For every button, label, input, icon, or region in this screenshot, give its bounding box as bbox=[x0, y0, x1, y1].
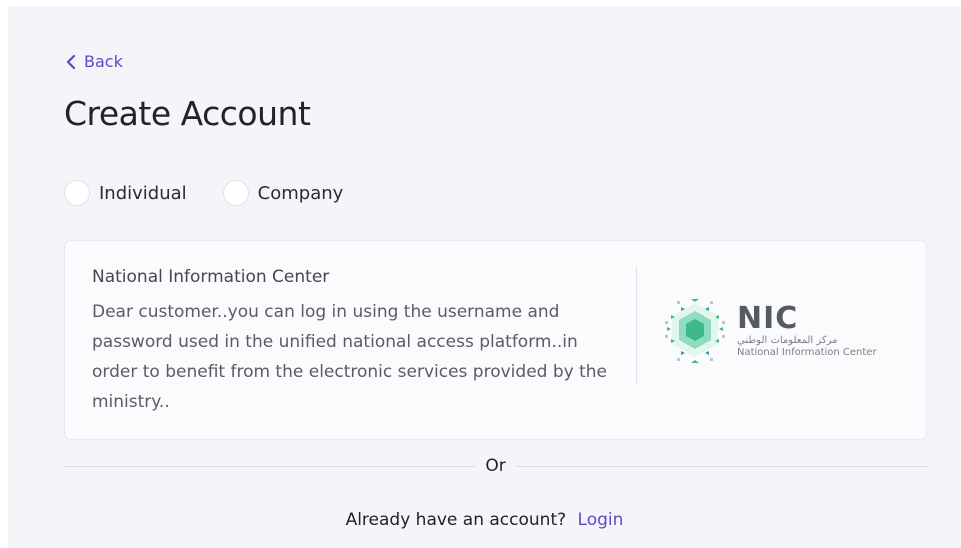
card-title: National Information Center bbox=[92, 267, 330, 287]
account-type-radio-group: Individual Company bbox=[64, 180, 379, 206]
nic-logo: NIC مركز المعلومات الوطني National Infor… bbox=[661, 297, 877, 365]
nic-emblem-icon bbox=[665, 299, 725, 363]
radio-label: Company bbox=[257, 182, 344, 204]
nic-logo-english: National Information Center bbox=[737, 347, 877, 358]
radio-individual[interactable]: Individual bbox=[64, 180, 187, 206]
login-prompt-text: Already have an account? bbox=[345, 510, 567, 530]
divider-line bbox=[515, 465, 927, 467]
back-link[interactable]: Back bbox=[64, 52, 123, 71]
login-prompt: Already have an account? Login bbox=[8, 510, 961, 530]
radio-label: Individual bbox=[99, 182, 187, 204]
or-divider: Or bbox=[64, 454, 927, 478]
page-title: Create Account bbox=[64, 94, 311, 133]
nic-logo-word: NIC bbox=[737, 301, 799, 336]
nic-logo-text: NIC مركز المعلومات الوطني National Infor… bbox=[737, 303, 877, 359]
nic-logo-arabic: مركز المعلومات الوطني bbox=[737, 335, 838, 346]
chevron-left-icon bbox=[66, 54, 76, 69]
card-divider bbox=[636, 267, 637, 385]
nic-login-card[interactable]: National Information Center Dear custome… bbox=[64, 240, 927, 440]
create-account-page: Back Create Account Individual Company N… bbox=[8, 6, 961, 548]
radio-circle[interactable] bbox=[222, 180, 249, 206]
card-message: Dear customer..you can log in using the … bbox=[92, 302, 607, 412]
or-label: Or bbox=[485, 456, 506, 476]
back-label: Back bbox=[84, 52, 123, 71]
divider-line bbox=[64, 465, 476, 467]
radio-company[interactable]: Company bbox=[222, 180, 344, 206]
radio-circle[interactable] bbox=[64, 180, 90, 206]
login-link[interactable]: Login bbox=[578, 510, 624, 530]
